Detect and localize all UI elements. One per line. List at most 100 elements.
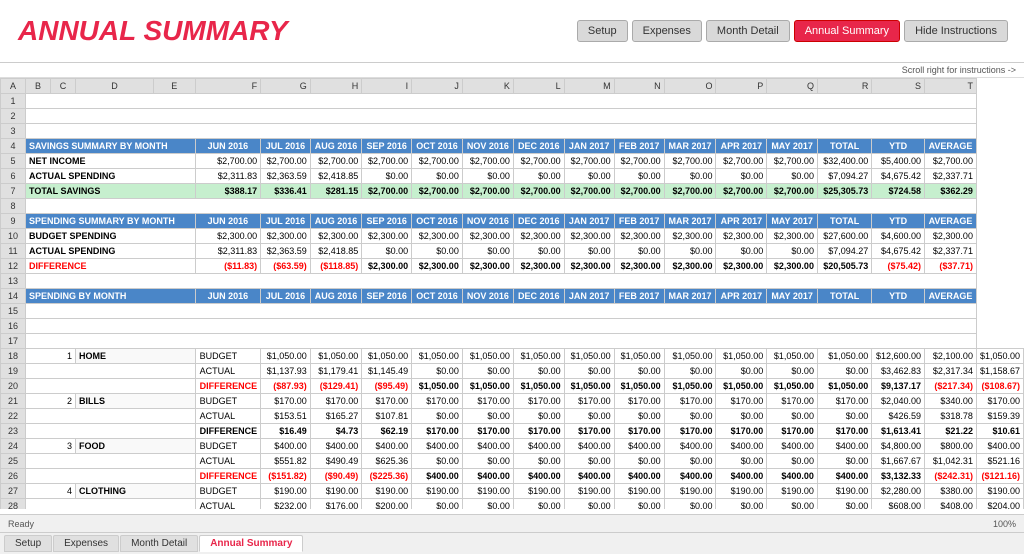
col-m-header: M bbox=[564, 79, 614, 94]
home-a-total: $3,462.83 bbox=[872, 364, 925, 379]
row-num-18: 18 bbox=[1, 349, 26, 364]
home-a-nov: $0.00 bbox=[513, 364, 564, 379]
tab-annual-summary[interactable]: Annual Summary bbox=[199, 535, 303, 552]
home-b-total: $12,600.00 bbox=[872, 349, 925, 364]
home-b-nov: $1,050.00 bbox=[513, 349, 564, 364]
home-d-sep: $1,050.00 bbox=[412, 379, 463, 394]
ts-apr: $2,700.00 bbox=[716, 184, 767, 199]
ass-aug: $2,418.85 bbox=[310, 244, 362, 259]
bs-jun: $2,300.00 bbox=[195, 229, 261, 244]
ss-oct: OCT 2016 bbox=[412, 214, 463, 229]
as-apr: $0.00 bbox=[716, 169, 767, 184]
net-income-row: 5 NET INCOME $2,700.00 $2,700.00 $2,700.… bbox=[1, 154, 1024, 169]
sbm-sep: SEP 2016 bbox=[362, 289, 412, 304]
row-num-9: 9 bbox=[1, 214, 26, 229]
ass-dec: $0.00 bbox=[513, 244, 564, 259]
sbm-avg-h: AVERAGE bbox=[925, 289, 977, 304]
bs-total: $27,600.00 bbox=[817, 229, 871, 244]
tab-setup[interactable]: Setup bbox=[4, 535, 52, 552]
row-num-8: 8 bbox=[1, 199, 26, 214]
sbm-oct: OCT 2016 bbox=[412, 289, 463, 304]
bills-label: BILLS bbox=[76, 394, 196, 409]
bs-jan: $2,300.00 bbox=[564, 229, 614, 244]
home-a-jul: $1,179.41 bbox=[310, 364, 362, 379]
ass-feb: $0.00 bbox=[614, 244, 664, 259]
actual-spending-ss-label: ACTUAL SPENDING bbox=[26, 244, 196, 259]
col-total-header: TOTAL bbox=[817, 139, 871, 154]
ass-avg: $2,337.71 bbox=[925, 244, 977, 259]
diff-apr: $2,300.00 bbox=[716, 259, 767, 274]
tab-month-detail[interactable]: Month Detail bbox=[120, 535, 198, 552]
col-l-header: L bbox=[513, 79, 564, 94]
annual-summary-button[interactable]: Annual Summary bbox=[794, 20, 900, 42]
row-num-21: 21 bbox=[1, 394, 26, 409]
row13-empty bbox=[26, 274, 977, 289]
row-num-2: 2 bbox=[1, 109, 26, 124]
row-num-22: 22 bbox=[1, 409, 26, 424]
total-savings-label: TOTAL SAVINGS bbox=[26, 184, 196, 199]
row-num-4: 4 bbox=[1, 139, 26, 154]
row-13: 13 bbox=[1, 274, 1024, 289]
col-h-header: H bbox=[310, 79, 362, 94]
food-diff-row: 26 DIFFERENCE ($151.82) ($90.49) ($225.3… bbox=[1, 469, 1024, 484]
row1-empty bbox=[26, 94, 977, 109]
hide-instructions-button[interactable]: Hide Instructions bbox=[904, 20, 1008, 42]
col-a-header: A bbox=[1, 79, 26, 94]
clothing-actual-row: 28 ACTUAL $232.00 $176.00 $200.00 $0.00 … bbox=[1, 499, 1024, 510]
nav-buttons: Setup Expenses Month Detail Annual Summa… bbox=[577, 20, 1008, 42]
status-bar: Ready 100% bbox=[0, 514, 1024, 532]
ss-nov: NOV 2016 bbox=[462, 214, 513, 229]
row-num-20: 20 bbox=[1, 379, 26, 394]
home-d-may: $1,050.00 bbox=[817, 379, 871, 394]
ass-mar: $0.00 bbox=[664, 244, 716, 259]
ass-total: $7,094.27 bbox=[817, 244, 871, 259]
diff-sep: $2,300.00 bbox=[362, 259, 412, 274]
actual-spending-ss-row: 11 ACTUAL SPENDING $2,311.83 $2,363.59 $… bbox=[1, 244, 1024, 259]
setup-button[interactable]: Setup bbox=[577, 20, 628, 42]
col-o-header: O bbox=[664, 79, 716, 94]
sbm-feb: FEB 2017 bbox=[614, 289, 664, 304]
bs-apr: $2,300.00 bbox=[716, 229, 767, 244]
home-a-may: $0.00 bbox=[817, 364, 871, 379]
ss-jun: JUN 2016 bbox=[195, 214, 261, 229]
bills-budget-row: 21 2 BILLS BUDGET $170.00 $170.00 $170.0… bbox=[1, 394, 1024, 409]
home-b-avg: $1,050.00 bbox=[976, 349, 1023, 364]
month-jul2016: JUL 2016 bbox=[261, 139, 311, 154]
diff-oct: $2,300.00 bbox=[412, 259, 463, 274]
ni-aug: $2,700.00 bbox=[310, 154, 362, 169]
ni-feb: $2,700.00 bbox=[614, 154, 664, 169]
diff-jan: $2,300.00 bbox=[564, 259, 614, 274]
row-3: 3 bbox=[1, 124, 1024, 139]
row-num-11: 11 bbox=[1, 244, 26, 259]
difference-row: 12 DIFFERENCE ($11.83) ($63.59) ($118.85… bbox=[1, 259, 1024, 274]
expenses-button[interactable]: Expenses bbox=[632, 20, 702, 42]
ni-may: $2,700.00 bbox=[767, 154, 818, 169]
ts-total: $25,305.73 bbox=[817, 184, 871, 199]
ni-apr: $2,700.00 bbox=[716, 154, 767, 169]
month-aug2016: AUG 2016 bbox=[310, 139, 362, 154]
bs-mar: $2,300.00 bbox=[664, 229, 716, 244]
col-q-header: Q bbox=[767, 79, 818, 94]
row-15: 15 bbox=[1, 304, 1024, 319]
col-j-header: J bbox=[412, 79, 463, 94]
row-num-27: 27 bbox=[1, 484, 26, 499]
diff-total: $20,505.73 bbox=[817, 259, 871, 274]
spreadsheet[interactable]: A B C D E F G H I J K L M N O P Q R S T … bbox=[0, 78, 1024, 509]
ss-aug: AUG 2016 bbox=[310, 214, 362, 229]
home-b-oct: $1,050.00 bbox=[462, 349, 513, 364]
month-detail-button[interactable]: Month Detail bbox=[706, 20, 790, 42]
month-oct2016: OCT 2016 bbox=[412, 139, 463, 154]
month-mar2017: MAR 2017 bbox=[664, 139, 716, 154]
tab-expenses[interactable]: Expenses bbox=[53, 535, 119, 552]
ass-jan: $0.00 bbox=[564, 244, 614, 259]
as-dec: $0.00 bbox=[513, 169, 564, 184]
home-b-may: $1,050.00 bbox=[817, 349, 871, 364]
bs-jul: $2,300.00 bbox=[261, 229, 311, 244]
ss-feb: FEB 2017 bbox=[614, 214, 664, 229]
sbm-jun: JUN 2016 bbox=[195, 289, 261, 304]
home-a-jun: $1,137.93 bbox=[261, 364, 311, 379]
food-actual-row: 25 ACTUAL $551.82 $490.49 $625.36 $0.00 … bbox=[1, 454, 1024, 469]
diff-avg: ($37.71) bbox=[925, 259, 977, 274]
diff-jun: ($11.83) bbox=[195, 259, 261, 274]
home-a-avg: $1,158.67 bbox=[976, 364, 1023, 379]
